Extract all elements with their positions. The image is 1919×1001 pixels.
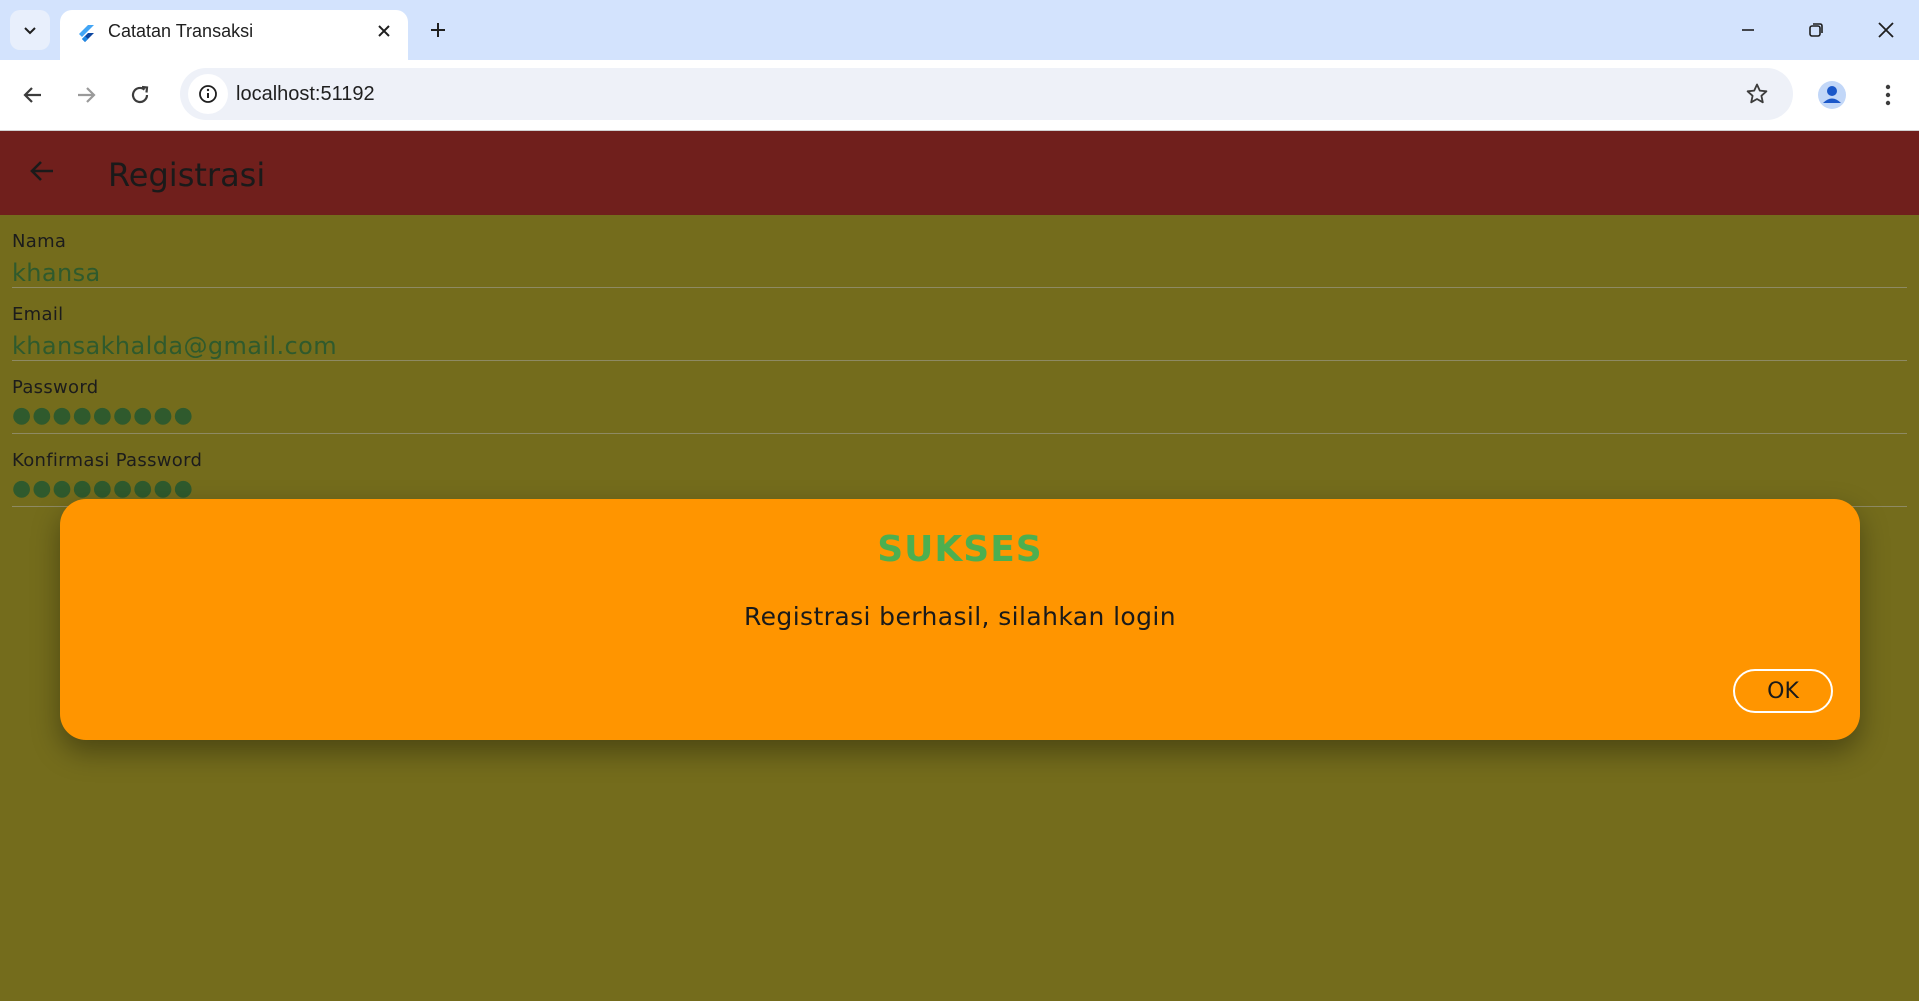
ok-button[interactable]: OK [1733, 669, 1833, 713]
close-icon [378, 25, 390, 37]
forward-button[interactable] [66, 75, 106, 115]
profile-button[interactable] [1812, 75, 1852, 115]
site-info-button[interactable] [188, 74, 228, 114]
minimize-button[interactable] [1724, 10, 1772, 50]
name-field[interactable]: Nama khansa [12, 215, 1907, 288]
field-value: khansa [12, 259, 101, 287]
flutter-icon [79, 25, 94, 42]
restore-button[interactable] [1792, 10, 1840, 50]
chevron-down-icon [24, 27, 36, 35]
person-icon [1818, 81, 1846, 109]
close-window-button[interactable] [1862, 10, 1910, 50]
address-bar[interactable]: localhost:51192 [180, 68, 1793, 120]
dialog-message: Registrasi berhasil, silahkan login [744, 602, 1176, 631]
app-back-button[interactable] [22, 151, 62, 191]
password-field[interactable]: Password ●●●●●●●●● [12, 361, 1907, 434]
url-text: localhost:51192 [236, 83, 375, 105]
field-label: Password [12, 377, 99, 398]
minimize-icon [1742, 29, 1754, 31]
star-icon [1746, 83, 1768, 104]
registration-form: Nama khansa Email khansakhalda@gmail.com… [12, 215, 1907, 507]
close-icon [1878, 22, 1894, 38]
field-value: ●●●●●●●●● [12, 476, 194, 501]
info-icon [199, 85, 217, 103]
field-label: Nama [12, 231, 67, 252]
email-field[interactable]: Email khansakhalda@gmail.com [12, 288, 1907, 361]
browser-toolbar: localhost:51192 [0, 60, 1919, 131]
kebab-menu-icon [1885, 84, 1891, 106]
arrow-left-icon [23, 87, 41, 103]
new-tab-button[interactable] [422, 14, 454, 46]
field-label: Email [12, 304, 64, 325]
tab-close-button[interactable] [374, 21, 394, 41]
restore-icon [1809, 23, 1823, 37]
app-bar: Registrasi [0, 131, 1919, 215]
browser-tab[interactable]: Catatan Transaksi [60, 10, 408, 60]
reload-icon [131, 85, 149, 104]
reload-button[interactable] [120, 75, 160, 115]
page-title: Registrasi [108, 156, 266, 194]
tab-title: Catatan Transaksi [108, 21, 254, 41]
plus-icon [431, 23, 445, 37]
field-value: khansakhalda@gmail.com [12, 332, 338, 360]
field-label: Konfirmasi Password [12, 450, 203, 471]
arrow-left-icon [30, 161, 53, 181]
confirm-password-field[interactable]: Konfirmasi Password ●●●●●●●●● [12, 434, 1907, 507]
field-value: ●●●●●●●●● [12, 403, 194, 428]
browser-tab-strip: Catatan Transaksi [0, 0, 1919, 60]
dialog-title: SUKSES [877, 529, 1043, 570]
success-dialog: SUKSES Registrasi berhasil, silahkan log… [60, 499, 1860, 740]
tab-search-button[interactable] [10, 10, 50, 50]
back-button[interactable] [13, 75, 53, 115]
bookmark-button[interactable] [1741, 78, 1773, 110]
arrow-right-icon [78, 87, 96, 103]
browser-menu-button[interactable] [1868, 75, 1908, 115]
